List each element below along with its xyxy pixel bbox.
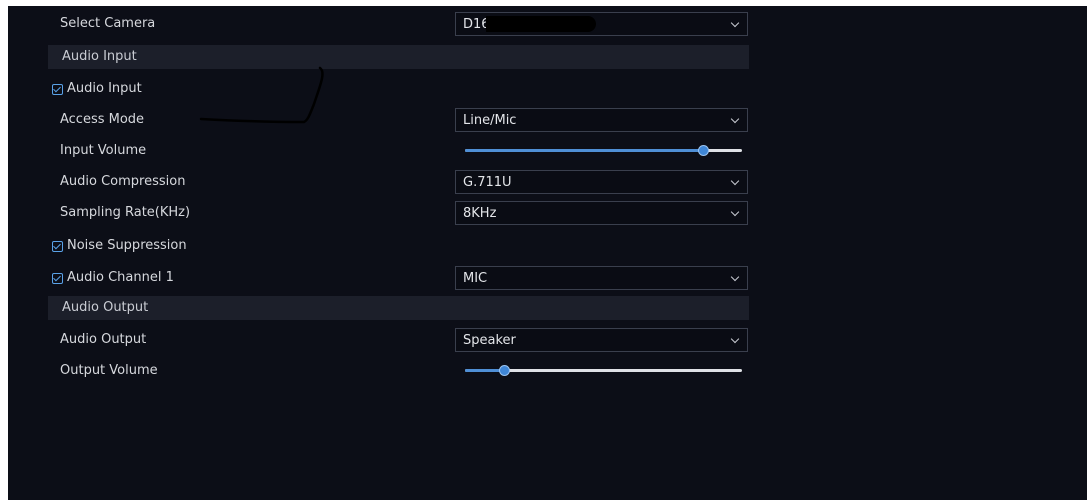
noise-suppression-row: Noise Suppression (8, 234, 1087, 258)
access-mode-value: Line/Mic (463, 113, 517, 128)
audio-settings-panel: Select Camera D16 Audio Input Audio Inpu… (8, 6, 1087, 500)
input-volume-row: Input Volume (8, 139, 1087, 163)
chevron-down-icon[interactable] (730, 114, 740, 124)
audio-output-row: Audio Output Speaker (8, 328, 1087, 352)
chevron-down-icon[interactable] (730, 18, 740, 28)
audio-output-section-title: Audio Output (62, 300, 149, 315)
checkbox-checked-icon[interactable] (52, 83, 63, 95)
audio-channel-1-checkbox[interactable]: Audio Channel 1 (52, 270, 174, 286)
slider-handle[interactable] (498, 365, 510, 376)
checkbox-checked-icon[interactable] (52, 272, 63, 284)
sampling-rate-value: 8KHz (463, 206, 497, 221)
audio-input-checkbox[interactable]: Audio Input (52, 81, 142, 97)
audio-compression-value: G.711U (463, 175, 512, 190)
audio-compression-label: Audio Compression (60, 174, 186, 189)
sampling-rate-label: Sampling Rate(KHz) (60, 205, 191, 220)
chevron-down-icon[interactable] (730, 272, 740, 282)
input-volume-label: Input Volume (60, 143, 147, 158)
noise-suppression-label[interactable]: Noise Suppression (67, 238, 187, 254)
audio-input-section-title: Audio Input (62, 49, 137, 64)
input-volume-slider[interactable] (465, 139, 742, 163)
output-volume-slider[interactable] (465, 359, 742, 383)
audio-channel-1-dropdown[interactable]: MIC (455, 266, 748, 290)
audio-output-dropdown[interactable]: Speaker (455, 328, 748, 352)
audio-input-section-header: Audio Input (48, 45, 749, 69)
audio-compression-row: Audio Compression G.711U (8, 170, 1087, 194)
slider-fill (465, 149, 704, 152)
slider-fill (465, 369, 504, 372)
select-camera-dropdown[interactable]: D16 (455, 12, 748, 36)
redaction-mark (486, 16, 596, 32)
slider-handle[interactable] (698, 145, 710, 156)
audio-compression-dropdown[interactable]: G.711U (455, 170, 748, 194)
audio-channel-1-label[interactable]: Audio Channel 1 (67, 270, 174, 286)
sampling-rate-dropdown[interactable]: 8KHz (455, 201, 748, 225)
checkbox-checked-icon[interactable] (52, 240, 63, 252)
sampling-rate-row: Sampling Rate(KHz) 8KHz (8, 201, 1087, 225)
output-volume-label: Output Volume (60, 363, 158, 378)
audio-channel-1-value: MIC (463, 271, 488, 286)
access-mode-dropdown[interactable]: Line/Mic (455, 108, 748, 132)
access-mode-label: Access Mode (60, 112, 145, 127)
output-volume-row: Output Volume (8, 359, 1087, 383)
audio-output-value: Speaker (463, 333, 516, 348)
audio-input-checkbox-label[interactable]: Audio Input (67, 81, 142, 97)
chevron-down-icon[interactable] (730, 176, 740, 186)
noise-suppression-checkbox[interactable]: Noise Suppression (52, 238, 187, 254)
chevron-down-icon[interactable] (730, 334, 740, 344)
audio-input-enable-row: Audio Input (8, 77, 1087, 101)
select-camera-label: Select Camera (60, 16, 156, 31)
access-mode-row: Access Mode Line/Mic (8, 108, 1087, 132)
audio-output-section-header: Audio Output (48, 296, 749, 320)
select-camera-row: Select Camera D16 (8, 12, 1087, 36)
audio-channel-1-row: Audio Channel 1 MIC (8, 266, 1087, 290)
audio-output-label: Audio Output (60, 332, 147, 347)
chevron-down-icon[interactable] (730, 207, 740, 217)
